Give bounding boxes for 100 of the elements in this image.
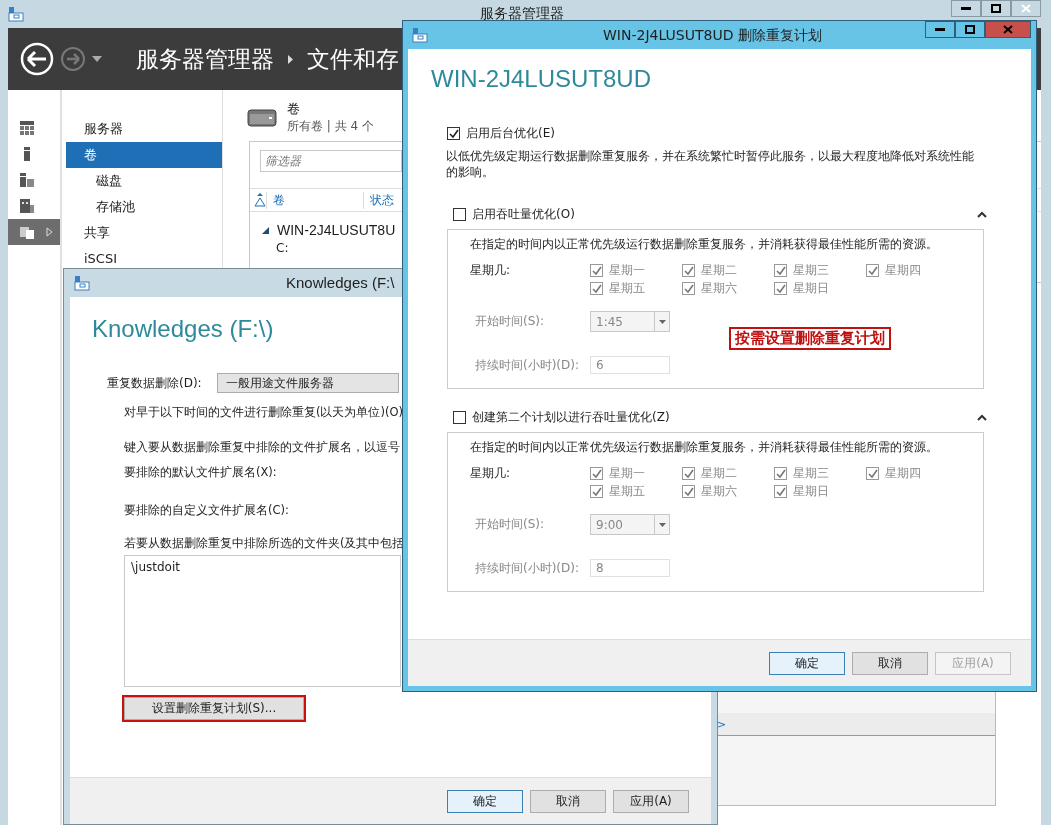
nav-item[interactable]: 存储池: [66, 194, 222, 220]
filter-field[interactable]: 筛选器: [260, 150, 402, 172]
checkbox-label[interactable]: 星期一: [609, 262, 645, 279]
dialog-button[interactable]: 确定: [769, 651, 845, 675]
nav-item[interactable]: 磁盘: [66, 168, 222, 194]
breadcrumb[interactable]: 文件和存: [307, 43, 399, 75]
expander-text[interactable]: >: [717, 717, 727, 731]
back-icon[interactable]: [20, 42, 54, 76]
column-header[interactable]: 卷: [266, 191, 363, 209]
duration-field[interactable]: 8: [590, 559, 670, 577]
dropdown-arrow-icon: [658, 522, 666, 527]
sidebar-tab[interactable]: [8, 219, 60, 245]
folder-list[interactable]: \justdoit: [124, 555, 401, 687]
minimize-button[interactable]: [951, 0, 981, 17]
checkbox-label[interactable]: 启用后台优化(E): [466, 125, 555, 142]
checkbox[interactable]: [866, 467, 879, 480]
expanded-icon[interactable]: [262, 226, 269, 234]
checkbox-label[interactable]: 星期五: [609, 280, 645, 297]
checkbox[interactable]: [590, 282, 603, 295]
checkbox[interactable]: [682, 264, 695, 277]
field-label: 星期几:: [470, 465, 512, 482]
checkbox[interactable]: [774, 282, 787, 295]
collapse-icon[interactable]: [977, 211, 987, 218]
checkmark-icon: [867, 468, 878, 479]
field-label: 星期几:: [470, 262, 512, 279]
dialog-button[interactable]: 取消: [852, 651, 928, 675]
forward-icon[interactable]: [60, 46, 86, 72]
checkbox[interactable]: [774, 467, 787, 480]
checkbox-label[interactable]: 星期四: [885, 262, 921, 279]
checkbox[interactable]: [682, 467, 695, 480]
checkbox-label[interactable]: 星期六: [701, 280, 737, 297]
grid-icon: [20, 121, 34, 135]
table-cell: C:: [276, 241, 289, 255]
window-title: Knowledges (F:\: [286, 274, 395, 291]
nav-item[interactable]: iSCSI: [66, 246, 222, 272]
minimize-icon: [935, 27, 945, 32]
dialog-button[interactable]: 取消: [530, 789, 606, 813]
duration-field[interactable]: 6: [590, 356, 670, 374]
section-title: 卷: [287, 100, 301, 118]
checkbox-label[interactable]: 星期三: [793, 465, 829, 482]
checkbox[interactable]: [453, 208, 466, 221]
caret-icon[interactable]: [92, 56, 102, 62]
nav-item[interactable]: 卷: [66, 142, 222, 168]
checkmark-icon: [591, 265, 602, 276]
checkbox[interactable]: [866, 264, 879, 277]
checkbox-label[interactable]: 星期一: [609, 465, 645, 482]
checkbox[interactable]: [590, 467, 603, 480]
checkbox-label[interactable]: 星期日: [793, 280, 829, 297]
dialog-heading: Knowledges (F:\): [92, 315, 274, 343]
app-icon: [412, 27, 428, 43]
collapse-icon[interactable]: [977, 414, 987, 421]
time-dropdown[interactable]: 9:00: [590, 514, 670, 535]
checkbox[interactable]: [447, 127, 460, 140]
checkbox[interactable]: [682, 282, 695, 295]
checkmark-icon: [591, 283, 602, 294]
checkbox-label[interactable]: 星期四: [885, 465, 921, 482]
maximize-button[interactable]: [981, 0, 1011, 17]
checkmark-icon: [775, 283, 786, 294]
field-label: 键入要从数据删除重复中排除的文件扩展名，以逗号: [124, 440, 400, 455]
close-button[interactable]: [985, 21, 1031, 38]
list-item[interactable]: \justdoit: [131, 560, 180, 574]
checkbox-label[interactable]: 创建第二个计划以进行吞吐量优化(Z): [472, 409, 670, 426]
warning-icon[interactable]: [254, 193, 266, 207]
dropdown[interactable]: 一般用途文件服务器: [217, 373, 399, 393]
checkbox[interactable]: [590, 485, 603, 498]
minimize-button[interactable]: [925, 21, 955, 38]
field-label: 持续时间(小时)(D):: [475, 356, 580, 374]
app-icon: [8, 6, 24, 22]
checkmark-icon: [867, 265, 878, 276]
checkmark-icon: [683, 265, 694, 276]
column-header[interactable]: 状态: [363, 191, 394, 209]
checkbox-label[interactable]: 启用吞吐量优化(O): [472, 206, 575, 223]
checkbox-label[interactable]: 星期三: [793, 262, 829, 279]
close-icon: [1021, 4, 1031, 13]
description: 在指定的时间内以正常优先级运行数据删除重复服务，并消耗获得最佳性能所需的资源。: [470, 439, 939, 456]
checkbox[interactable]: [590, 264, 603, 277]
checkbox[interactable]: [682, 485, 695, 498]
dropdown-arrow-icon: [658, 319, 666, 324]
nav-item[interactable]: 共享: [66, 220, 222, 246]
nav-item[interactable]: 服务器: [66, 116, 222, 142]
field-label: 要排除的默认文件扩展名(X):: [124, 465, 277, 480]
maximize-icon: [991, 4, 1001, 13]
checkbox[interactable]: [453, 411, 466, 424]
group-label: WIN-2J4LUSUT8U: [277, 222, 396, 238]
checkbox-label[interactable]: 星期二: [701, 465, 737, 482]
checkmark-icon: [591, 468, 602, 479]
maximize-button[interactable]: [955, 21, 985, 38]
checkbox[interactable]: [774, 264, 787, 277]
checkbox[interactable]: [774, 485, 787, 498]
dialog-button[interactable]: 设置删除重复计划(S)...: [124, 697, 304, 720]
dialog-button[interactable]: 确定: [447, 789, 523, 813]
checkbox-label[interactable]: 星期二: [701, 262, 737, 279]
checkbox-label[interactable]: 星期六: [701, 483, 737, 500]
checkmark-icon: [775, 486, 786, 497]
description: 在指定的时间内以正常优先级运行数据删除重复服务，并消耗获得最佳性能所需的资源。: [470, 236, 939, 253]
time-dropdown[interactable]: 1:45: [590, 311, 670, 332]
dialog-button[interactable]: 应用(A): [613, 789, 689, 813]
breadcrumb[interactable]: 服务器管理器: [136, 43, 274, 75]
checkbox-label[interactable]: 星期日: [793, 483, 829, 500]
checkbox-label[interactable]: 星期五: [609, 483, 645, 500]
